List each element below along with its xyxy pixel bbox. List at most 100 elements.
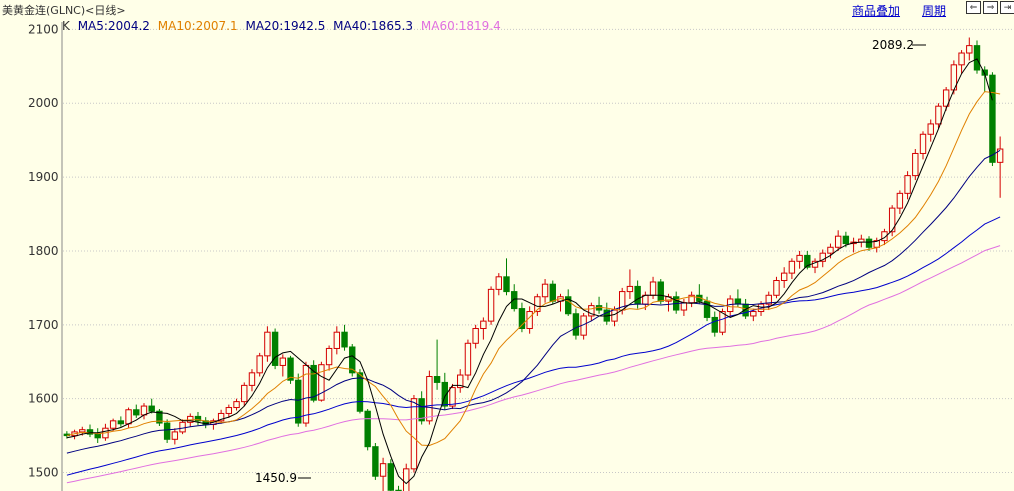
candle (325, 345, 333, 371)
candle-body (79, 429, 86, 433)
candle (318, 361, 325, 402)
candle (202, 417, 209, 429)
candle-body (611, 309, 618, 322)
candle-body (279, 357, 287, 366)
candle-body (241, 384, 248, 403)
candlestick-chart[interactable]: 1500 1600 1700 1800 1900 2000 2100 2089.2 1450… (0, 0, 1014, 491)
y-tick-label: 1900 (28, 170, 59, 184)
candle-body (387, 463, 395, 491)
candle-body (248, 372, 256, 386)
candle-body (511, 291, 518, 310)
candle-body (372, 446, 379, 477)
candle (680, 298, 688, 316)
candle-body (148, 405, 155, 412)
ma-legend: K MA5:2004.2 MA10:2007.1 MA20:1942.5 MA4… (62, 19, 505, 33)
candle (271, 328, 279, 370)
candle-body (364, 410, 371, 448)
candle (279, 354, 287, 377)
candle-body (896, 192, 904, 209)
candle-body (827, 246, 834, 254)
y-tick-label: 2000 (28, 96, 59, 110)
candle (788, 258, 796, 280)
candle-body (318, 364, 325, 401)
candle (688, 291, 695, 308)
candle-body (109, 420, 117, 429)
candle (919, 131, 927, 160)
ma40-value: MA40:1865.3 (333, 19, 414, 33)
candle (534, 293, 541, 316)
candle-body (842, 235, 850, 245)
candle-body (472, 328, 479, 344)
candle-body (958, 52, 965, 66)
candle (472, 324, 479, 349)
ma20-value: MA20:1942.5 (245, 19, 326, 33)
candle (464, 339, 472, 381)
candle-body (449, 387, 456, 407)
candle (171, 428, 179, 445)
candle-body (133, 409, 140, 416)
candle (403, 463, 410, 491)
candle-body (626, 285, 634, 293)
candle (973, 40, 981, 74)
candle (511, 284, 518, 312)
candle (904, 171, 911, 200)
ma10-line (66, 91, 1001, 447)
candle (526, 306, 533, 334)
candle-body (680, 302, 688, 311)
candle (726, 295, 734, 316)
candle-body (433, 376, 441, 383)
candle (418, 391, 425, 425)
candle (94, 428, 101, 443)
candle-body (480, 320, 487, 330)
ma60-line (66, 245, 1001, 484)
candle-body (495, 276, 502, 290)
candle-body (325, 347, 333, 366)
candle (156, 409, 163, 427)
candle (372, 442, 379, 480)
moving-averages (66, 58, 1001, 485)
candle-body (426, 376, 433, 422)
y-tick-label: 2100 (28, 22, 59, 36)
candle-body (973, 45, 981, 71)
candle (256, 352, 263, 377)
high-annotation: 2089.2 (872, 38, 914, 52)
candle-body (140, 405, 148, 416)
candle-body (788, 260, 796, 274)
candle (626, 269, 634, 299)
y-tick-label: 1600 (28, 392, 59, 406)
candles (63, 37, 1004, 491)
candle-body (410, 398, 418, 470)
candle-body (487, 288, 495, 322)
candle (217, 409, 225, 424)
candle (495, 273, 502, 296)
candle-body (935, 105, 942, 125)
candle-body (341, 331, 348, 348)
candle (241, 382, 248, 407)
candle (364, 409, 371, 451)
candle-body (989, 74, 996, 163)
candle (572, 308, 580, 340)
candle (989, 72, 996, 167)
candle-body (750, 311, 757, 317)
candle-body (464, 342, 472, 376)
candle-body (834, 235, 842, 248)
candle (873, 237, 880, 253)
candle-body (541, 283, 549, 298)
candle (86, 424, 94, 438)
candle (912, 149, 919, 181)
candle (804, 250, 811, 270)
candle (480, 317, 487, 340)
candle (379, 457, 387, 491)
y-tick-label: 1500 (28, 466, 59, 480)
candle (541, 279, 549, 303)
candle (996, 136, 1004, 198)
candle-body (919, 133, 927, 154)
candle-body (163, 422, 171, 440)
candle (341, 324, 348, 351)
candle (163, 419, 171, 443)
candle-body (796, 254, 803, 262)
candle-body (117, 420, 125, 425)
candle (194, 411, 202, 426)
y-tick-label: 1700 (28, 318, 59, 332)
candle-body (649, 281, 657, 296)
